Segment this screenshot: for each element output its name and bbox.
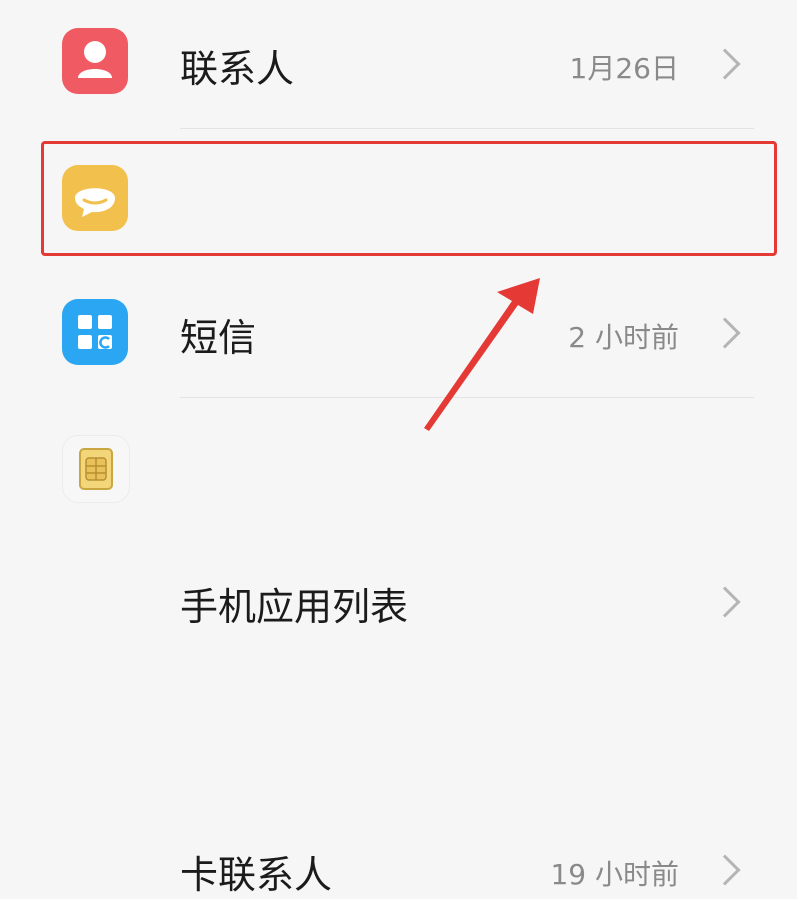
pointer-arrow-icon: [424, 278, 540, 431]
last-backup-time: 19 小时前: [550, 858, 679, 891]
list-item-label: 卡联系人: [180, 853, 333, 897]
chevron-right-icon: [709, 586, 741, 618]
list-item-label: 手机应用列表: [180, 585, 409, 629]
chevron-right-icon: [709, 854, 741, 886]
